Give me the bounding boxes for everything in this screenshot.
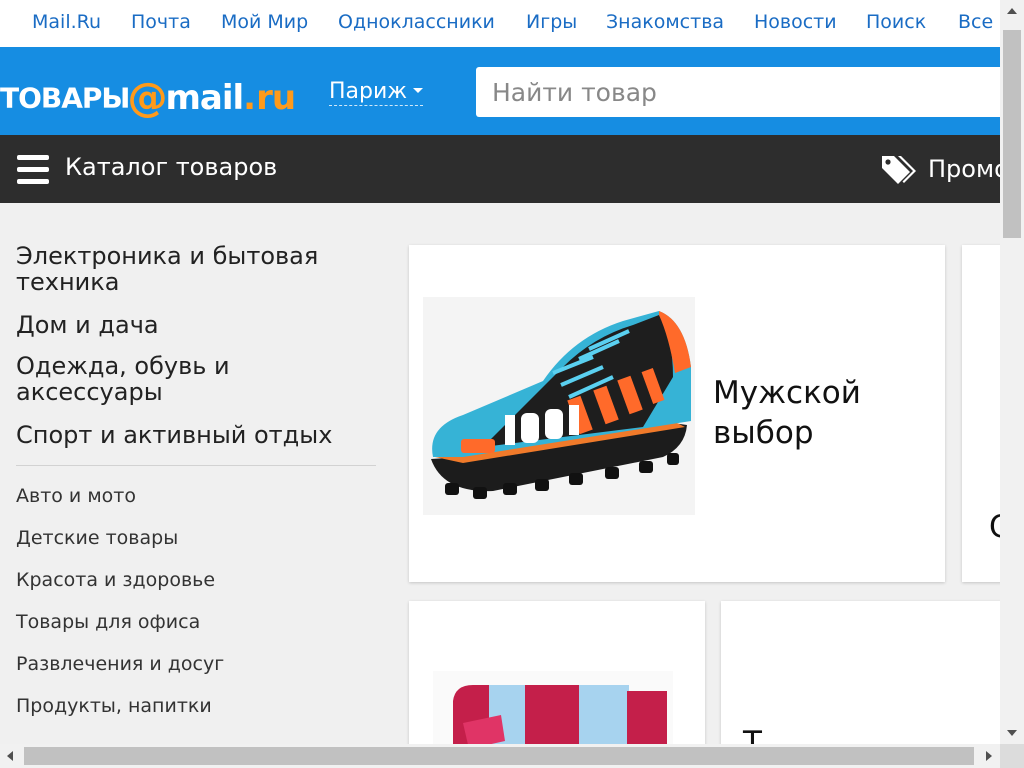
portal-link-search[interactable]: Поиск	[866, 11, 926, 33]
scroll-up-arrow-icon[interactable]	[1007, 8, 1017, 14]
category-clothing[interactable]: Одежда, обувь и аксессуары	[16, 353, 276, 405]
scroll-right-arrow-icon[interactable]	[986, 751, 992, 761]
scroll-down-arrow-icon[interactable]	[1007, 730, 1017, 736]
promo-card-furniture[interactable]	[409, 601, 705, 761]
logo-at-sign: @	[127, 75, 168, 121]
logo-text-goods: ТОВАРЫ	[0, 81, 130, 115]
portal-link-mailru[interactable]: Mail.Ru	[32, 11, 101, 33]
catalog-title[interactable]: Каталог товаров	[65, 153, 277, 181]
promo-link[interactable]: Промо	[880, 153, 1000, 187]
portal-link-mail[interactable]: Почта	[131, 11, 191, 33]
catalog-bar: Каталог товаров Промо	[0, 135, 1000, 203]
menu-icon[interactable]	[17, 155, 49, 185]
horizontal-scrollbar[interactable]	[0, 744, 1000, 768]
portal-link-dating[interactable]: Знакомства	[606, 11, 724, 33]
promo-card[interactable]: Т	[721, 601, 1022, 761]
promo-label: Промо	[928, 155, 1000, 183]
city-name: Париж	[329, 79, 408, 104]
vertical-scrollbar[interactable]	[1000, 0, 1024, 744]
portal-nav: Mail.Ru Почта Мой Мир Одноклассники Игры…	[0, 0, 1000, 47]
category-electronics[interactable]: Электроника и бытовая техника	[16, 243, 356, 295]
site-header: ТОВАРЫ@mail.ru Париж	[0, 47, 1000, 135]
category-food[interactable]: Продукты, напитки	[16, 695, 212, 717]
portal-link-all[interactable]: Все	[958, 11, 993, 33]
logo-text-ru: ru	[256, 78, 296, 118]
scrollbar-corner	[1000, 744, 1024, 768]
scroll-left-arrow-icon[interactable]	[7, 751, 13, 761]
logo-text-mail: mail	[165, 78, 244, 118]
category-leisure[interactable]: Развлечения и досуг	[16, 653, 224, 675]
portal-link-games[interactable]: Игры	[526, 11, 577, 33]
portal-link-news[interactable]: Новости	[754, 11, 837, 33]
portal-link-mymir[interactable]: Мой Мир	[221, 11, 308, 33]
card-title: Мужской выбор	[713, 375, 861, 451]
logo-dot: .	[243, 78, 257, 118]
city-selector[interactable]: Париж	[329, 79, 424, 106]
vertical-scroll-thumb[interactable]	[1003, 30, 1021, 238]
category-office[interactable]: Товары для офиса	[16, 611, 200, 633]
tag-icon	[882, 156, 916, 184]
category-kids[interactable]: Детские товары	[16, 527, 178, 549]
category-sport[interactable]: Спорт и активный отдых	[16, 422, 332, 448]
category-sidebar: Электроника и бытовая техника Дом и дача…	[0, 203, 395, 743]
sidebar-divider	[16, 465, 376, 466]
category-home[interactable]: Дом и дача	[16, 312, 159, 338]
sneaker-image	[423, 297, 695, 515]
chevron-down-icon	[413, 87, 424, 93]
site-logo[interactable]: ТОВАРЫ@mail.ru	[0, 75, 296, 121]
promo-card-mens-choice[interactable]: Мужской выбор	[409, 245, 945, 582]
category-auto[interactable]: Авто и мото	[16, 485, 136, 507]
category-beauty[interactable]: Красота и здоровье	[16, 569, 215, 591]
search-input[interactable]	[476, 67, 1000, 117]
horizontal-scroll-thumb[interactable]	[24, 747, 974, 765]
portal-link-ok[interactable]: Одноклассники	[338, 11, 495, 33]
